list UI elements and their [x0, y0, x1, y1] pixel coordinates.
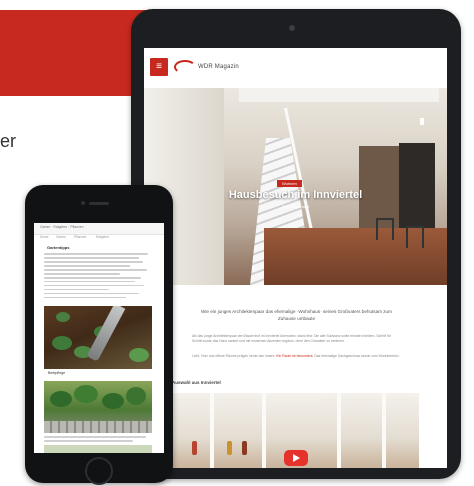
hamburger-icon[interactable]: ≡ — [150, 58, 168, 76]
phone-nav: Home Garten Pflanzen Ratgeber — [34, 234, 164, 242]
video-guitar — [227, 441, 232, 455]
phone-topbar-text: Garten · Ratgeber · Pflanzen — [40, 225, 84, 229]
tablet-camera — [289, 25, 295, 31]
hero-chair — [376, 218, 394, 240]
image-leaf — [74, 385, 98, 403]
hero-image: Wohnen Hausbesuch im Innviertel Eine Rep… — [144, 88, 447, 285]
phone-text-block — [44, 436, 152, 444]
logo-swoosh-icon — [174, 60, 196, 74]
image-stones — [44, 421, 152, 433]
video-guitar — [192, 441, 197, 455]
video-guitar — [242, 441, 247, 455]
hero-chair — [406, 226, 424, 248]
phone-nav-item[interactable]: Pflanzen — [74, 235, 86, 239]
logo-text: WDR Magazin — [198, 64, 239, 70]
phone-nav-item[interactable]: Garten — [56, 235, 66, 239]
phone-nav-item[interactable]: Ratgeber — [96, 235, 109, 239]
site-logo[interactable]: WDR Magazin — [174, 59, 239, 75]
image-leaf — [102, 393, 124, 409]
image-shovel — [86, 306, 126, 362]
hero-subtitle: Eine Reportage — [281, 204, 310, 209]
phone-screen: Garten · Ratgeber · Pflanzen Home Garten… — [34, 223, 164, 453]
garden-plants-image — [44, 381, 152, 433]
paragraph-text: Licht, Holz und offene Räume prägen heut… — [192, 354, 276, 358]
tablet-screen: ≡ WDR Magazin Wohnen Hausbesuch im Innvi… — [144, 48, 447, 468]
phone-image-caption: Beetpflege — [48, 371, 66, 375]
paragraph-text: Das ehemalige Dachgeschoss wurde zum Woh… — [314, 354, 400, 358]
article-lead: Wie ein junges Architektenpaar das ehema… — [201, 309, 392, 321]
garden-shovel-image — [44, 306, 152, 369]
image-leaf — [56, 312, 70, 322]
paragraph-highlight-link[interactable]: Ein Raum ist besonders: — [276, 354, 313, 358]
video-post — [382, 393, 386, 468]
video-truss — [172, 399, 262, 403]
article-paragraph: Licht, Holz und offene Räume prägen heut… — [192, 354, 400, 359]
article-paragraph: Als das junge Architektenpaar den Bauern… — [192, 334, 391, 344]
hero-title: Hausbesuch im Innviertel — [228, 189, 363, 201]
phone-nav-item[interactable]: Home — [40, 235, 49, 239]
background-text-fragment: er — [0, 131, 17, 151]
phone-article-heading: Gartentipps — [47, 245, 70, 250]
tablet-device: ≡ WDR Magazin Wohnen Hausbesuch im Innvi… — [131, 9, 461, 479]
video-truss — [322, 399, 412, 403]
hero-category-tag[interactable]: Wohnen — [277, 180, 302, 187]
play-icon[interactable] — [284, 450, 308, 466]
video-post — [337, 393, 341, 468]
bookmark-icon[interactable] — [420, 118, 424, 125]
image-leaf — [52, 336, 72, 350]
section-heading: Auswahl aus Innviertel — [172, 380, 221, 385]
video-post — [210, 393, 214, 468]
home-button-icon[interactable] — [85, 457, 113, 485]
phone-next-image — [44, 445, 152, 453]
image-leaf — [126, 387, 146, 405]
phone-speaker — [89, 202, 109, 205]
video-post — [262, 393, 266, 468]
phone-camera — [81, 201, 85, 205]
site-header: ≡ WDR Magazin — [144, 48, 447, 89]
phone-device: Garten · Ratgeber · Pflanzen Home Garten… — [25, 185, 173, 485]
video-player[interactable] — [172, 393, 419, 468]
image-leaf — [50, 391, 72, 407]
hero-beam — [239, 88, 439, 102]
phone-text-block — [44, 253, 152, 301]
image-leaf — [129, 348, 149, 362]
